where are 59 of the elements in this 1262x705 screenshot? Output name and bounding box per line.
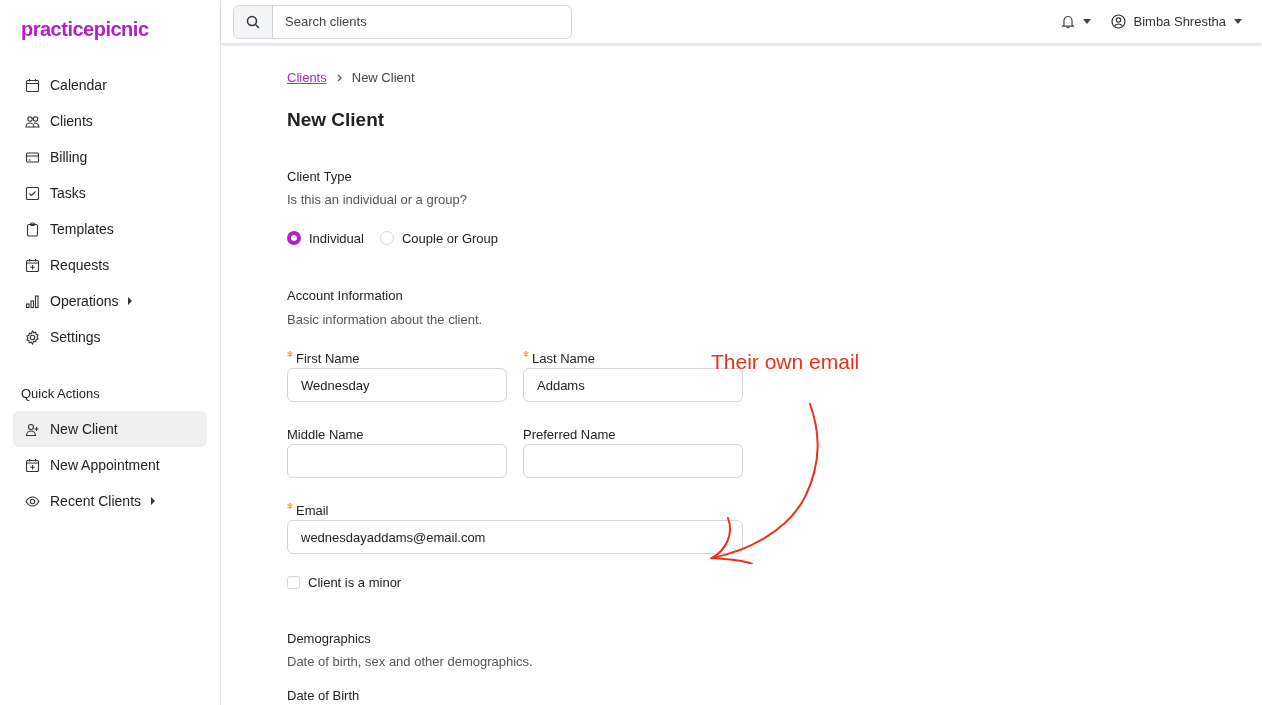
input-field[interactable] [287, 444, 507, 478]
radio-option[interactable]: Individual [287, 228, 364, 248]
nav-item[interactable]: Templates [13, 211, 207, 247]
search-icon [246, 14, 260, 29]
search-input[interactable]: Search clients [273, 5, 571, 38]
checkbox-option[interactable]: Client is a minor [287, 573, 1262, 593]
input-field[interactable] [523, 444, 743, 478]
section-description: Date of birth, sex and other demographics. [287, 653, 534, 671]
caret-icon [1234, 19, 1242, 24]
section-heading: Quick Actions [21, 386, 100, 401]
nav-item[interactable]: Clients [13, 103, 207, 139]
add-user-icon [25, 421, 40, 437]
calendar-plus-icon [25, 457, 40, 473]
notifications-button[interactable] [1060, 14, 1091, 29]
caret-icon [1082, 19, 1091, 24]
calendar-plus-icon [25, 257, 40, 273]
field-label: Date of Birth [287, 686, 361, 705]
section-title: Demographics [287, 629, 372, 648]
search-field[interactable]: Search clients [233, 4, 572, 39]
checkbox-icon [25, 185, 40, 201]
nav-item[interactable]: Settings [13, 319, 207, 355]
input-field[interactable]: Wednesday [287, 368, 507, 402]
clipboard-icon [25, 221, 40, 237]
nav-item[interactable]: Tasks [13, 175, 207, 211]
people-icon [25, 113, 40, 129]
breadcrumb-text: New Client [351, 69, 415, 88]
section-description: Basic information about the client. [287, 310, 484, 329]
field-label: First Name [296, 350, 360, 368]
settings-icon [25, 329, 40, 345]
radio-option[interactable]: Couple or Group [379, 228, 499, 248]
section-description: Is this an individual or a group? [287, 191, 468, 209]
input-field[interactable]: wednesdayaddams@email.com [287, 520, 743, 554]
chevron-icon [336, 74, 342, 82]
credit-card-icon [25, 149, 40, 165]
nav-item[interactable]: Requests [13, 247, 207, 283]
logo[interactable]: practicepicnic [21, 18, 149, 40]
nav-item[interactable]: New Appointment [13, 447, 207, 483]
nav-item[interactable]: Recent Clients [13, 483, 207, 519]
eye-icon [25, 493, 40, 509]
field-label: Email [296, 502, 329, 520]
user-icon [1110, 14, 1126, 29]
nav-item[interactable]: Calendar [13, 67, 207, 103]
breadcrumb-link[interactable]: Clients [287, 68, 327, 88]
field-label: Preferred Name [523, 426, 616, 444]
field-label: Middle Name [287, 426, 364, 444]
bar-chart-icon [25, 293, 40, 309]
checkbox[interactable] [287, 576, 300, 590]
nav-item[interactable]: Operations [13, 283, 207, 319]
field-label: Last Name [532, 350, 595, 368]
nav-item[interactable]: New Client [13, 411, 207, 447]
bell-icon [1060, 14, 1075, 29]
radio-button[interactable] [287, 231, 301, 246]
section-title: Client Type [287, 167, 353, 186]
calendar-icon [25, 77, 40, 93]
input-field[interactable]: Addams [523, 368, 743, 402]
section-title: Account Information [287, 287, 404, 305]
nav-item[interactable]: Billing [13, 139, 207, 175]
page-title: New Client [287, 108, 386, 132]
user-menu-button[interactable]: Bimba Shrestha [1110, 11, 1242, 32]
